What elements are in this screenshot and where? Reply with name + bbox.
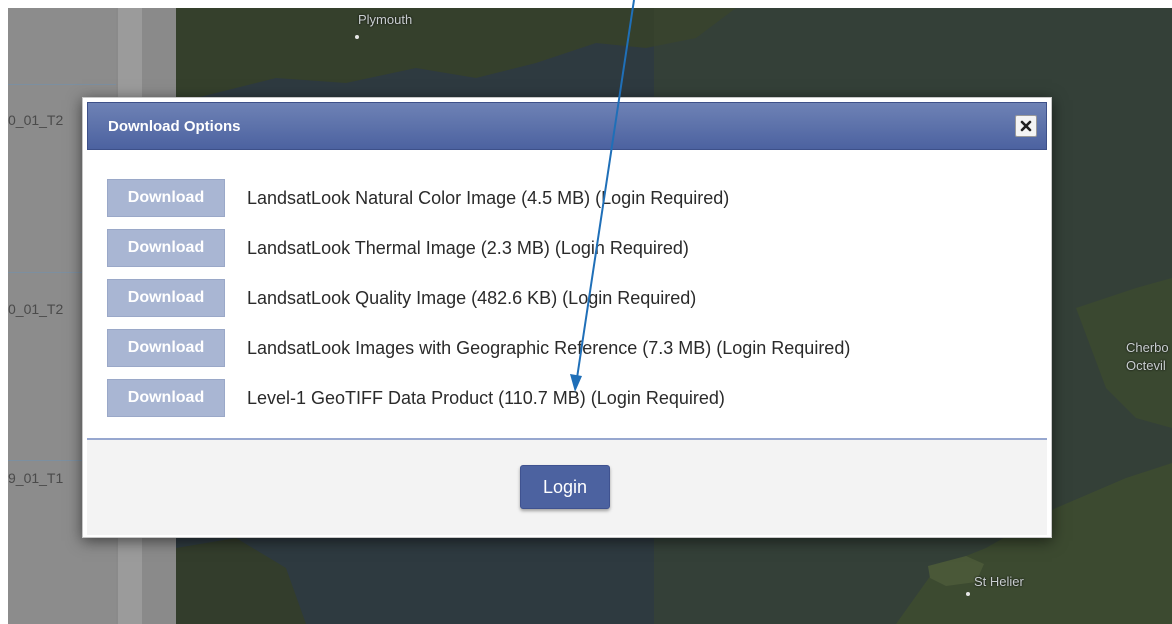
- option-description: LandsatLook Thermal Image (2.3 MB) (Logi…: [247, 237, 689, 258]
- dialog-header: Download Options: [87, 102, 1047, 150]
- map-label-octeville: Octevil: [1126, 358, 1166, 373]
- option-description: LandsatLook Images with Geographic Refer…: [247, 337, 851, 358]
- dialog-title: Download Options: [108, 118, 241, 135]
- map-location-dot: [966, 592, 970, 596]
- map-location-dot: [355, 35, 359, 39]
- map-label-plymouth: Plymouth: [358, 12, 413, 27]
- download-option-row: Download LandsatLook Thermal Image (2.3 …: [107, 229, 689, 267]
- download-option-row: Download LandsatLook Natural Color Image…: [107, 179, 729, 217]
- download-option-row: Download Level-1 GeoTIFF Data Product (1…: [107, 379, 725, 417]
- download-button-thermal[interactable]: Download: [107, 229, 225, 267]
- option-description: LandsatLook Natural Color Image (4.5 MB)…: [247, 187, 730, 208]
- map-label-cherbourg: Cherbo: [1126, 340, 1169, 355]
- option-description: LandsatLook Quality Image (482.6 KB) (Lo…: [247, 287, 697, 308]
- row-divider: [8, 84, 116, 85]
- option-description: Level-1 GeoTIFF Data Product (110.7 MB) …: [247, 387, 725, 408]
- map-label-st-helier: St Helier: [974, 574, 1024, 589]
- download-options-dialog: Download Options Download LandsatLook Na…: [82, 97, 1052, 538]
- download-option-row: Download LandsatLook Quality Image (482.…: [107, 279, 696, 317]
- close-x-icon: [1020, 120, 1032, 132]
- download-button-natural-color[interactable]: Download: [107, 179, 225, 217]
- download-button-quality[interactable]: Download: [107, 279, 225, 317]
- download-button-geotiff[interactable]: Download: [107, 379, 225, 417]
- download-button-geo-reference[interactable]: Download: [107, 329, 225, 367]
- download-option-row: Download LandsatLook Images with Geograp…: [107, 329, 850, 367]
- login-button[interactable]: Login: [520, 465, 610, 509]
- close-button[interactable]: [1015, 115, 1037, 137]
- dialog-footer: Login: [87, 438, 1047, 535]
